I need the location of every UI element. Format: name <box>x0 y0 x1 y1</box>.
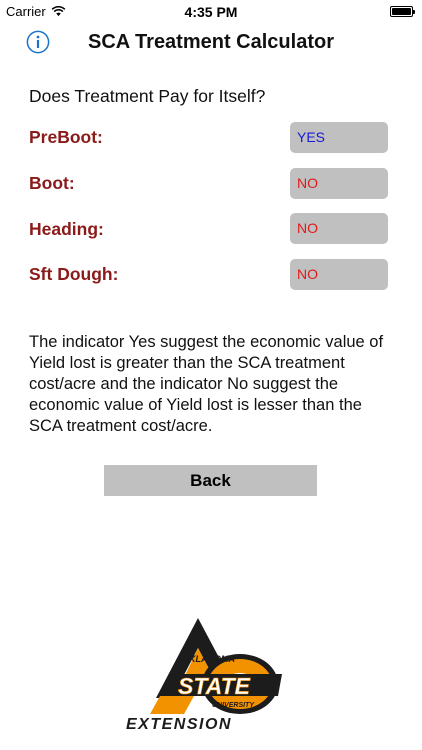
question-heading: Does Treatment Pay for Itself? <box>29 86 266 106</box>
logo-oklahoma: OKLAHOMA <box>182 654 235 664</box>
page-title: SCA Treatment Calculator <box>88 31 334 53</box>
info-circle-icon[interactable] <box>26 30 50 54</box>
osu-extension-logo: OKLAHOMA STATE UNIVERSITY EXTENSION <box>126 618 282 733</box>
explanation-text: The indicator Yes suggest the economic v… <box>29 333 384 435</box>
status-bar: Carrier 4:35 PM <box>0 0 422 24</box>
logo-state: STATE <box>178 673 251 699</box>
back-button[interactable]: Back <box>104 465 317 496</box>
preboot-label: PreBoot: <box>29 127 103 147</box>
soft-dough-label: Sft Dough: <box>29 264 119 284</box>
heading-result: NO <box>290 213 388 244</box>
soft-dough-result: NO <box>290 259 388 290</box>
logo-university: UNIVERSITY <box>212 702 255 709</box>
battery-icon <box>390 6 415 17</box>
heading-label: Heading: <box>29 219 104 239</box>
boot-label: Boot: <box>29 173 75 193</box>
preboot-result: YES <box>290 122 388 153</box>
logo-extension: EXTENSION <box>126 716 232 733</box>
boot-result: NO <box>290 168 388 199</box>
clock: 4:35 PM <box>184 4 238 20</box>
